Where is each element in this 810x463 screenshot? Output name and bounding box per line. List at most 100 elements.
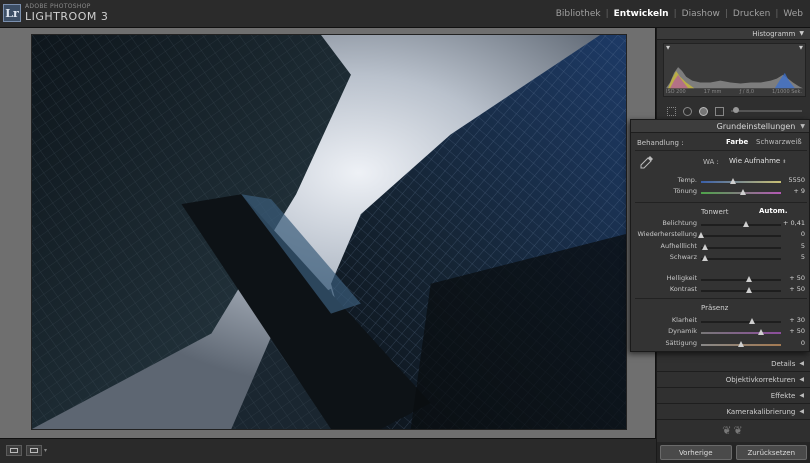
- panel-details-label: Details: [771, 359, 796, 368]
- triangle-left-icon: ◀: [799, 376, 804, 383]
- vibrance-label: Dynamik: [668, 327, 697, 335]
- panel-camera-calibration[interactable]: Kamerakalibrierung ◀: [657, 404, 810, 420]
- saturation-slider[interactable]: [701, 341, 781, 347]
- blacks-slider-thumb[interactable]: [702, 255, 708, 261]
- red-eye-icon[interactable]: [699, 106, 708, 116]
- contrast-slider-thumb[interactable]: [746, 287, 752, 293]
- tint-slider-thumb[interactable]: [739, 189, 746, 195]
- triangle-down-icon[interactable]: ▼: [800, 123, 805, 130]
- spot-removal-icon[interactable]: [683, 106, 692, 116]
- panel-effects-label: Effekte: [770, 391, 796, 400]
- crop-tool-icon[interactable]: [667, 106, 676, 116]
- exposure-label: Belichtung: [662, 219, 697, 227]
- exif-shutter: 1/1000 Sek.: [772, 89, 802, 95]
- brightness-slider-thumb[interactable]: [746, 276, 752, 282]
- image-canvas[interactable]: [0, 28, 656, 438]
- divider: [635, 298, 807, 299]
- histogram-chart[interactable]: ISO 200 17 mm ƒ / 8,0 1/1000 Sek.: [663, 43, 806, 97]
- fill-light-value[interactable]: 5: [783, 242, 805, 250]
- tint-slider[interactable]: [701, 189, 781, 195]
- tint-value[interactable]: + 9: [783, 187, 805, 195]
- module-bibliothek[interactable]: Bibliothek: [555, 9, 602, 19]
- triangle-down-icon[interactable]: ▼: [799, 30, 804, 37]
- panel-details[interactable]: Details ◀: [657, 356, 810, 372]
- contrast-value[interactable]: + 50: [783, 285, 805, 293]
- saturation-value[interactable]: 0: [783, 339, 805, 347]
- contrast-label: Kontrast: [669, 285, 697, 293]
- panel-effects[interactable]: Effekte ◀: [657, 388, 810, 404]
- treatment-bw-option[interactable]: Schwarzweiß: [756, 138, 802, 146]
- clarity-label: Klarheit: [671, 316, 697, 324]
- triangle-left-icon: ◀: [799, 408, 804, 415]
- divider: [635, 202, 807, 203]
- exif-focal: 17 mm: [703, 89, 722, 95]
- temp-slider[interactable]: [701, 178, 781, 184]
- treatment-color-option[interactable]: Farbe: [726, 138, 748, 146]
- exposure-slider[interactable]: [701, 221, 781, 227]
- brightness-value[interactable]: + 50: [783, 274, 805, 282]
- loupe-view-icon: [10, 448, 18, 453]
- brightness-slider[interactable]: [701, 276, 781, 282]
- white-balance-select[interactable]: Wie Aufnahme ⬍: [729, 157, 786, 165]
- module-picker: Bibliothek | Entwickeln | Diashow | Druc…: [555, 9, 804, 19]
- bottom-toolbar: ▾: [0, 438, 656, 463]
- recovery-value[interactable]: 0: [783, 230, 805, 238]
- panel-lens-label: Objektivkorrekturen: [725, 375, 796, 384]
- vibrance-slider[interactable]: [701, 329, 781, 335]
- clarity-slider[interactable]: [701, 318, 781, 324]
- loupe-view-button[interactable]: [6, 445, 22, 456]
- exposure-slider-thumb[interactable]: [742, 221, 749, 227]
- before-after-view-button[interactable]: [26, 445, 42, 456]
- graduated-filter-icon[interactable]: [715, 106, 724, 116]
- treatment-label: Behandlung :: [637, 139, 684, 147]
- triangle-left-icon: ◀: [799, 392, 804, 399]
- divider: [635, 150, 807, 151]
- footer-buttons: Vorherige Zurücksetzen: [657, 442, 810, 463]
- blacks-value[interactable]: 5: [783, 253, 805, 261]
- module-separator: |: [724, 9, 728, 19]
- exposure-value[interactable]: + 0,41: [783, 219, 805, 227]
- vibrance-slider-thumb[interactable]: [758, 329, 764, 335]
- module-web[interactable]: Web: [782, 9, 804, 19]
- view-options-chevron-icon[interactable]: ▾: [44, 447, 47, 454]
- module-entwickeln[interactable]: Entwickeln: [613, 9, 670, 19]
- brand-title: LIGHTROOM 3: [25, 10, 109, 23]
- blacks-slider[interactable]: [701, 255, 781, 261]
- triangle-left-icon: ◀: [799, 360, 804, 367]
- panel-camera-label: Kamerakalibrierung: [726, 407, 796, 416]
- contrast-slider[interactable]: [701, 287, 781, 293]
- basic-settings-header[interactable]: Grundeinstellungen ▼: [631, 120, 809, 133]
- recovery-slider-thumb[interactable]: [698, 232, 704, 238]
- panel-lens-corrections[interactable]: Objektivkorrekturen ◀: [657, 372, 810, 388]
- adjustment-brush-slider[interactable]: [731, 107, 802, 113]
- clarity-value[interactable]: + 30: [783, 316, 805, 324]
- module-diashow[interactable]: Diashow: [681, 9, 721, 19]
- histogram-header[interactable]: Histogramm ▼: [657, 28, 810, 40]
- brightness-label: Helligkeit: [666, 274, 697, 282]
- blacks-label: Schwarz: [669, 253, 697, 261]
- basic-settings-panel: Grundeinstellungen ▼ Behandlung : Farbe …: [630, 119, 810, 352]
- tone-section-title: Tonwert: [701, 208, 729, 216]
- tone-auto-button[interactable]: Autom.: [759, 207, 788, 215]
- fill-light-slider[interactable]: [701, 244, 781, 250]
- module-drucken[interactable]: Drucken: [732, 9, 771, 19]
- photo-image: [32, 35, 626, 429]
- previous-button[interactable]: Vorherige: [660, 445, 732, 460]
- white-balance-label: WA :: [703, 158, 719, 166]
- panel-end-ornament-icon: ❦❦: [722, 423, 745, 437]
- vibrance-value[interactable]: + 50: [783, 327, 805, 335]
- temp-value[interactable]: 5550: [783, 176, 805, 184]
- saturation-slider-thumb[interactable]: [738, 341, 744, 347]
- reset-button[interactable]: Zurücksetzen: [735, 445, 807, 460]
- photo-preview[interactable]: [31, 34, 627, 430]
- basic-settings-title: Grundeinstellungen: [716, 121, 796, 131]
- recovery-slider[interactable]: [698, 232, 781, 238]
- presence-section-title: Präsenz: [701, 304, 729, 312]
- fill-light-slider-thumb[interactable]: [702, 244, 708, 250]
- lr-logo-icon: Lr: [3, 4, 21, 22]
- temp-label: Temp.: [677, 176, 697, 184]
- eyedropper-icon[interactable]: [640, 155, 654, 169]
- clarity-slider-thumb[interactable]: [749, 318, 756, 324]
- select-arrows-icon: ⬍: [782, 159, 787, 165]
- temp-slider-thumb[interactable]: [730, 178, 736, 184]
